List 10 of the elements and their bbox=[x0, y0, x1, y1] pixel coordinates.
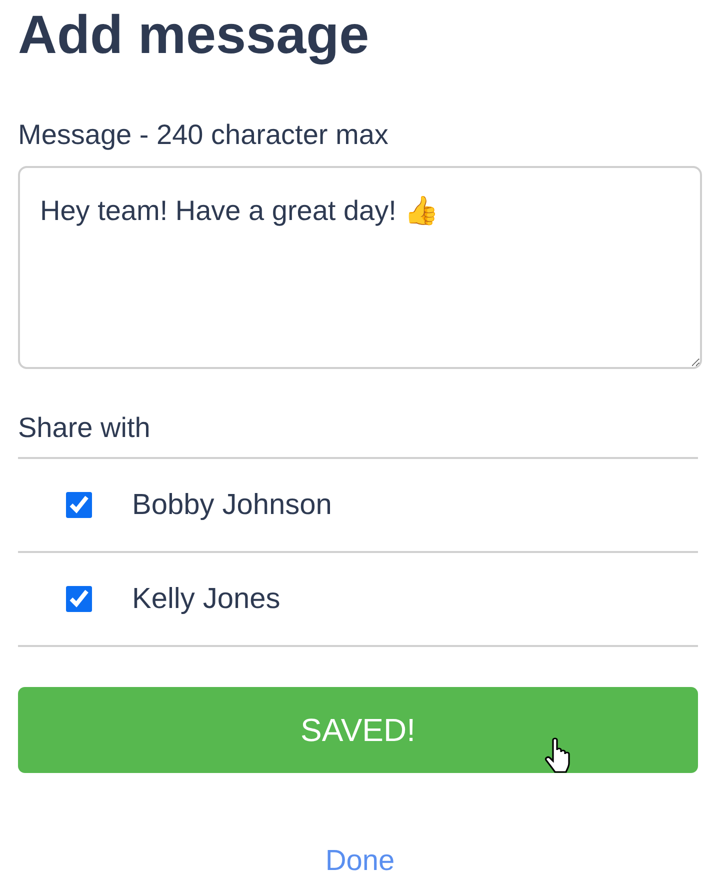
message-field[interactable]: Hey team! Have a great day! 👍 bbox=[18, 166, 702, 369]
person-name: Bobby Johnson bbox=[132, 488, 332, 522]
save-button[interactable]: SAVED! bbox=[18, 687, 698, 773]
share-label: Share with bbox=[18, 411, 150, 445]
person-name: Kelly Jones bbox=[132, 582, 280, 616]
page-title: Add message bbox=[18, 4, 370, 67]
done-link[interactable]: Done bbox=[325, 845, 395, 878]
share-checkbox[interactable] bbox=[66, 586, 92, 612]
message-label: Message - 240 character max bbox=[18, 118, 388, 152]
share-checkbox[interactable] bbox=[66, 492, 92, 518]
